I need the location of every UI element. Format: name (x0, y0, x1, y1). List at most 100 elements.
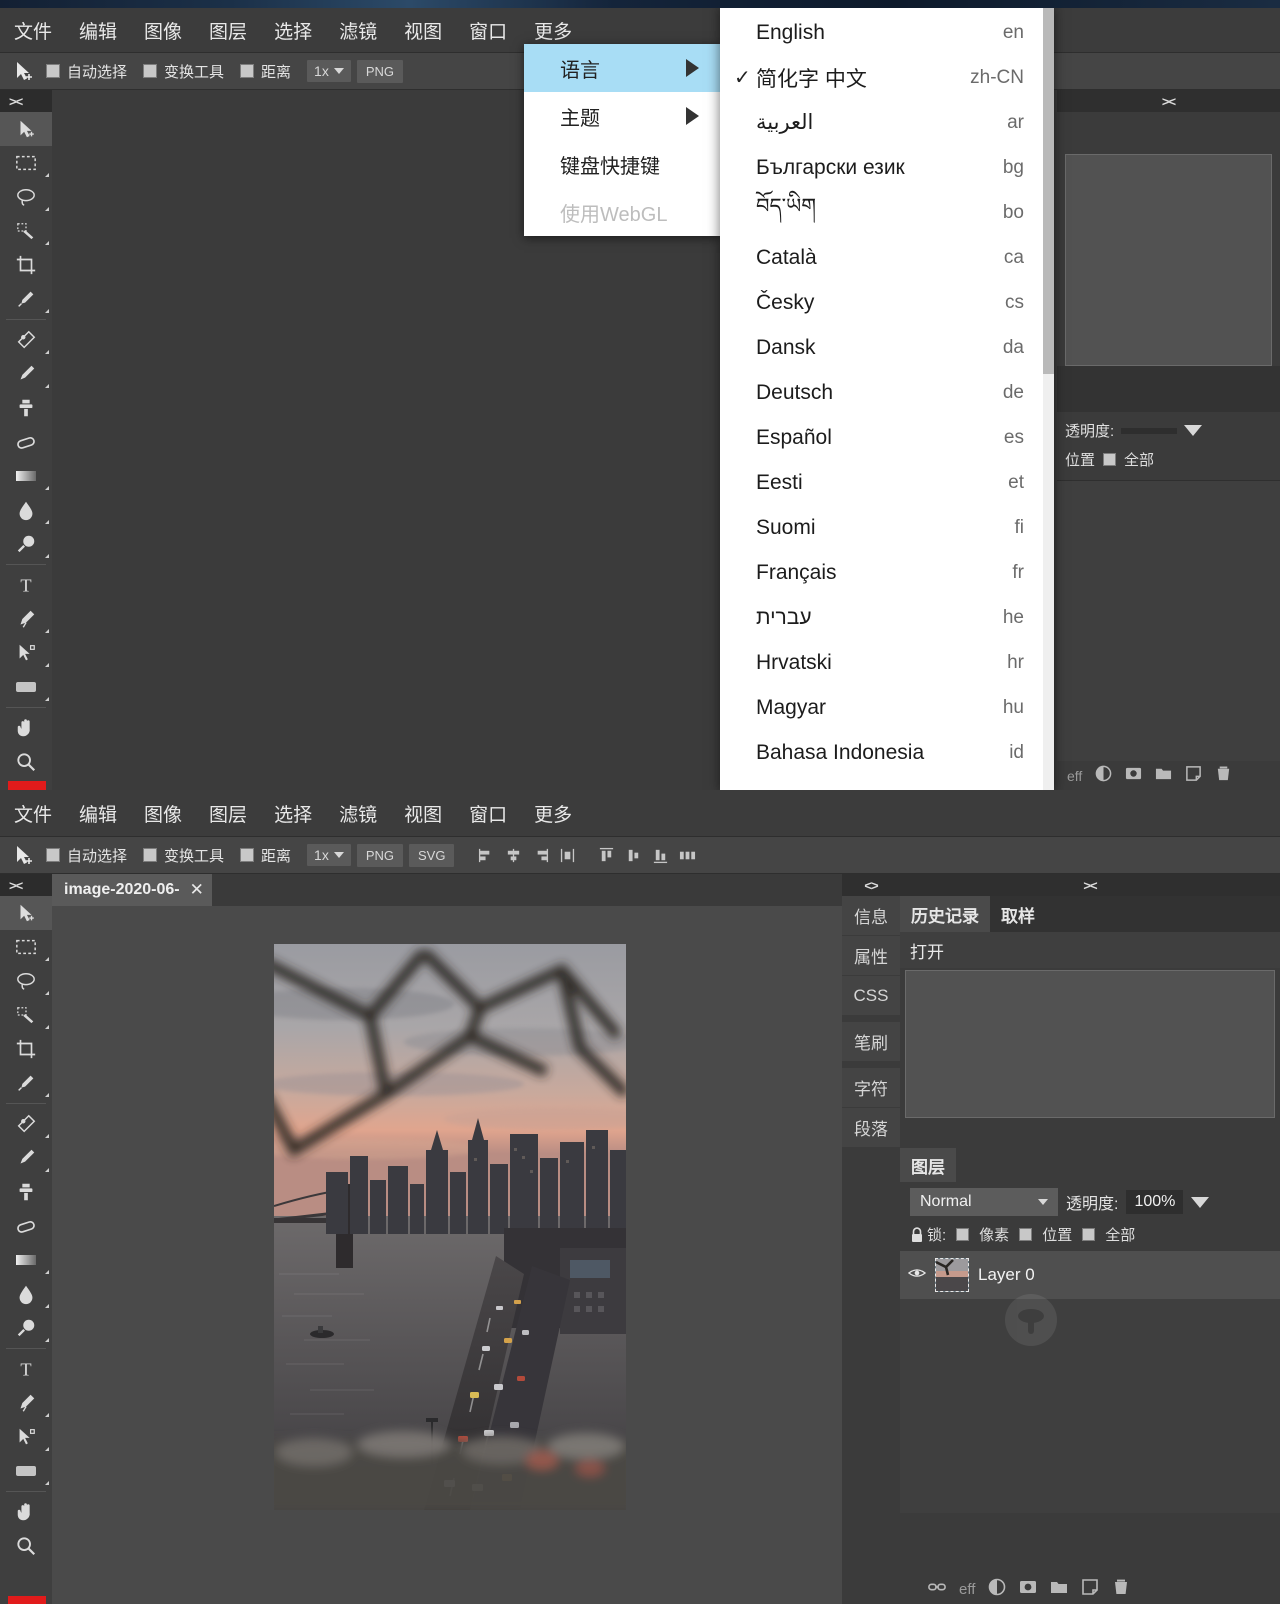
fx-label-upper[interactable]: eff (1067, 768, 1082, 784)
menu-item-edit-lower[interactable]: 编辑 (79, 800, 117, 827)
menu-item-layer[interactable]: 图层 (209, 17, 247, 44)
menu-item-view[interactable]: 视图 (404, 17, 442, 44)
language-item-ca[interactable]: Catalàca (720, 235, 1054, 280)
adjustment-icon[interactable] (1095, 765, 1112, 787)
lock-all-checkbox[interactable] (1082, 1228, 1095, 1241)
tab-layers[interactable]: 图层 (900, 1148, 956, 1182)
autoselect-checkbox[interactable]: 自动选择 (46, 61, 127, 82)
tool-blur-lower[interactable] (0, 1277, 52, 1311)
menu-item-image-lower[interactable]: 图像 (144, 800, 182, 827)
tool-dodge-lower[interactable] (0, 1311, 52, 1345)
menu-item-file-lower[interactable]: 文件 (14, 800, 52, 827)
format-svg-button-lower[interactable]: SVG (409, 844, 454, 867)
panel-collapse-upper[interactable]: >< (1057, 90, 1280, 112)
tool-clone-stamp-lower[interactable] (0, 1175, 52, 1209)
tool-crop[interactable] (0, 248, 52, 282)
menu-item-image[interactable]: 图像 (144, 17, 182, 44)
zoom-select-upper[interactable]: 1x (307, 60, 351, 82)
autoselect-checkbox-box[interactable] (46, 64, 60, 78)
language-list[interactable]: Englishen✓简化字 中文zh-CNالعربيةarБългарски … (720, 8, 1054, 775)
align-right-icon[interactable] (532, 847, 549, 864)
language-item-fi[interactable]: Suomifi (720, 505, 1054, 550)
menu-item-filter[interactable]: 滤镜 (339, 17, 377, 44)
language-item-hr[interactable]: Hrvatskihr (720, 640, 1054, 685)
tool-dodge[interactable] (0, 527, 52, 561)
menu-item-select[interactable]: 选择 (274, 17, 312, 44)
distance-checkbox-box[interactable] (240, 64, 254, 78)
rail-collapse-lower[interactable]: <> (842, 874, 900, 896)
autoselect-checkbox-box-lower[interactable] (46, 848, 60, 862)
distance-checkbox[interactable]: 距离 (240, 61, 291, 82)
foreground-color-swatch-bottom[interactable] (8, 1596, 46, 1604)
language-list-scrollbar-thumb[interactable] (1043, 8, 1054, 374)
rail-tab-paragraph[interactable]: 段落 (842, 1108, 900, 1148)
rail-tab-character[interactable]: 字符 (842, 1068, 900, 1108)
align-top-icon[interactable] (598, 847, 615, 864)
align-middle-icon[interactable] (625, 847, 642, 864)
transform-checkbox-lower[interactable]: 变换工具 (143, 845, 224, 866)
tab-sampling[interactable]: 取样 (990, 896, 1046, 932)
transform-checkbox-box-lower[interactable] (143, 848, 157, 862)
tool-type-lower[interactable]: T (0, 1352, 52, 1386)
tool-eraser[interactable] (0, 425, 52, 459)
language-item-de[interactable]: Deutschde (720, 370, 1054, 415)
language-item-cs[interactable]: Českycs (720, 280, 1054, 325)
language-item-es[interactable]: Españoles (720, 415, 1054, 460)
opacity-field[interactable]: 100% (1126, 1190, 1183, 1214)
distribute-h-icon[interactable] (559, 847, 576, 864)
panel-listbox-upper[interactable] (1065, 154, 1272, 366)
fx-label[interactable]: eff (959, 1581, 975, 1598)
tool-blur[interactable] (0, 493, 52, 527)
rail-tab-info[interactable]: 信息 (842, 896, 900, 936)
rail-tab-brushes[interactable]: 笔刷 (842, 1022, 900, 1062)
lock-pixels-checkbox[interactable] (956, 1228, 969, 1241)
tool-hand-lower[interactable] (0, 1495, 52, 1529)
language-item-et[interactable]: Eestiet (720, 460, 1054, 505)
canvas-area-lower[interactable] (52, 906, 842, 1604)
layers-list-empty-area[interactable] (900, 1299, 1280, 1513)
language-item-da[interactable]: Danskda (720, 325, 1054, 370)
tool-eyedropper[interactable] (0, 282, 52, 316)
lock-position-checkbox[interactable] (1019, 1228, 1032, 1241)
lock-all-checkbox-upper[interactable] (1103, 453, 1116, 466)
tool-brush-lower[interactable] (0, 1141, 52, 1175)
transform-checkbox[interactable]: 变换工具 (143, 61, 224, 82)
tool-magic-wand[interactable] (0, 214, 52, 248)
opacity-chevron-down-icon[interactable] (1191, 1197, 1209, 1208)
foreground-color-swatch-upper[interactable] (8, 781, 46, 790)
close-icon[interactable]: ✕ (190, 880, 204, 900)
menu-item-view-lower[interactable]: 视图 (404, 800, 442, 827)
tool-eraser-lower[interactable] (0, 1209, 52, 1243)
tool-gradient-lower[interactable] (0, 1243, 52, 1277)
language-item-id[interactable]: Bahasa Indonesiaid (720, 730, 1054, 775)
tool-pen-lower[interactable] (0, 1386, 52, 1420)
link-icon[interactable] (928, 1580, 946, 1598)
adjustment-icon[interactable] (988, 1578, 1006, 1601)
tool-path-select[interactable] (0, 636, 52, 670)
layers-list-upper[interactable] (1057, 481, 1280, 761)
tab-history[interactable]: 历史记录 (900, 896, 990, 932)
language-list-scrollbar-track[interactable] (1043, 8, 1054, 790)
group-icon[interactable] (1155, 765, 1172, 787)
language-item-ar[interactable]: العربيةar (720, 100, 1054, 145)
menu-item-layer-lower[interactable]: 图层 (209, 800, 247, 827)
blend-mode-select[interactable]: Normal (910, 1188, 1058, 1216)
menu-item-file[interactable]: 文件 (14, 17, 52, 44)
menu-item-edit[interactable]: 编辑 (79, 17, 117, 44)
layer-row-0[interactable]: Layer 0 (900, 1251, 1280, 1299)
rail-tab-css[interactable]: CSS (842, 976, 900, 1016)
format-png-button-lower[interactable]: PNG (357, 844, 403, 867)
distance-checkbox-lower[interactable]: 距离 (240, 845, 291, 866)
distance-checkbox-box-lower[interactable] (240, 848, 254, 862)
tool-shape-lower[interactable] (0, 1454, 52, 1488)
distribute-v-icon[interactable] (679, 847, 696, 864)
align-center-h-icon[interactable] (505, 847, 522, 864)
new-layer-icon[interactable] (1185, 765, 1202, 787)
group-icon[interactable] (1050, 1578, 1068, 1601)
document-tab[interactable]: image-2020-06- ✕ (52, 874, 212, 906)
language-item-en[interactable]: Englishen (720, 10, 1054, 55)
more-menu-item-theme[interactable]: 主题 (524, 92, 721, 140)
tool-zoom[interactable] (0, 745, 52, 779)
opacity-field-upper[interactable] (1121, 428, 1177, 434)
history-panel-collapse[interactable]: >< (900, 874, 1280, 896)
